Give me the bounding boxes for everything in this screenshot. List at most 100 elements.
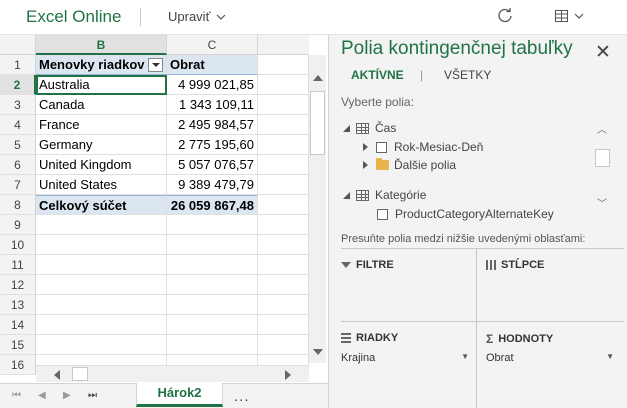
tab-all-fields[interactable]: VŠETKY [444,68,491,82]
expand-right-icon[interactable] [363,161,368,169]
grid-cell[interactable] [167,295,258,315]
scroll-up-icon[interactable] [313,75,323,81]
field-checkbox[interactable] [377,208,388,220]
filters-area[interactable]: FILTRE [341,249,482,321]
field-group-kategorie[interactable]: Kategórie [343,188,426,202]
more-sheets-button[interactable]: ... [234,388,250,405]
row-header[interactable]: 16 [0,355,36,375]
grid-cell[interactable] [36,215,167,235]
scroll-left-icon[interactable] [54,370,60,380]
values-field-obrat[interactable]: Obrat ▼ [486,352,614,364]
scroll-down-icon[interactable]: ﹀ [597,195,607,210]
row-header[interactable]: 2 [0,75,36,95]
row-header[interactable]: 7 [0,175,36,195]
row-header[interactable]: 15 [0,335,36,355]
row-header[interactable]: 4 [0,115,36,135]
grid-cell[interactable] [36,235,167,255]
pivot-row-label[interactable]: United States [36,175,167,195]
grid-cell[interactable] [167,215,258,235]
row-header[interactable]: 3 [0,95,36,115]
grid-cell[interactable] [258,295,309,315]
field-rok-mesiac-den[interactable]: Rok-Mesiac-Deň [363,140,483,154]
expand-right-icon[interactable] [363,143,368,151]
pivot-grand-total-value[interactable]: 26 059 867,48 [167,195,258,215]
row-header[interactable]: 12 [0,275,36,295]
grid-cell[interactable] [258,195,309,215]
column-header-empty[interactable] [258,35,309,55]
pivot-value[interactable]: 9 389 479,79 [167,175,258,195]
dropdown-arrow-icon[interactable]: ▼ [606,352,614,364]
row-header[interactable]: 8 [0,195,36,215]
values-area[interactable]: Σ HODNOTY Obrat ▼ [486,322,627,394]
pivot-value[interactable]: 4 999 021,85 [167,75,258,95]
pivot-value-header[interactable]: Obrat [167,55,258,75]
sheet-tab-harok2[interactable]: Hárok2 [136,383,223,407]
pivot-row-label[interactable]: France [36,115,167,135]
row-header[interactable]: 10 [0,235,36,255]
dropdown-arrow-icon[interactable]: ▼ [461,352,469,364]
row-header[interactable]: 11 [0,255,36,275]
close-icon[interactable]: ✕ [595,43,611,62]
pivot-row-label[interactable]: United Kingdom [36,155,167,175]
horizontal-scrollbar[interactable] [36,365,309,382]
prev-sheet-icon[interactable]: ◀ [38,390,46,402]
field-list-scrollbar[interactable]: ︿ ﹀ [594,117,611,212]
pivot-value[interactable]: 2 495 984,57 [167,115,258,135]
grid-cell[interactable] [258,255,309,275]
last-sheet-icon[interactable]: ⏭ [88,390,97,402]
row-header[interactable]: 1 [0,55,36,75]
expand-down-icon[interactable] [343,191,350,199]
columns-area[interactable]: STĹPCE [486,249,627,321]
scroll-up-icon[interactable]: ︿ [597,121,607,136]
first-sheet-icon[interactable]: ⏮ [12,390,21,402]
pivot-row-label[interactable]: Germany [36,135,167,155]
row-header[interactable]: 5 [0,135,36,155]
pivot-grand-total-label[interactable]: Celkový súčet [36,195,167,215]
row-header[interactable]: 9 [0,215,36,235]
grid-cell[interactable] [258,95,309,115]
select-all-corner[interactable] [0,35,36,55]
scroll-right-icon[interactable] [285,370,291,380]
pivot-value[interactable]: 1 343 109,11 [167,95,258,115]
column-header-b[interactable]: B [36,35,167,55]
grid-cell[interactable] [258,335,309,355]
grid-cell[interactable] [167,235,258,255]
grid-cell[interactable] [36,335,167,355]
field-group-cas[interactable]: Čas [343,121,396,135]
rows-area[interactable]: RIADKY Krajina ▼ [341,322,482,394]
grid-cell[interactable] [258,315,309,335]
field-checkbox[interactable] [376,141,387,153]
column-header-c[interactable]: C [167,35,258,55]
vertical-scroll-thumb[interactable] [310,91,325,155]
field-productcategoryalternatekey[interactable]: ProductCategoryAlternateKey [377,207,554,221]
filter-dropdown-icon[interactable] [148,58,163,72]
grid-cell[interactable] [36,255,167,275]
rows-field-krajina[interactable]: Krajina ▼ [341,352,469,364]
grid-cell[interactable] [167,255,258,275]
grid-cell[interactable] [258,135,309,155]
expand-down-icon[interactable] [343,124,350,132]
grid-cell[interactable] [167,275,258,295]
grid-cell[interactable] [258,235,309,255]
grid-cell[interactable] [258,55,309,75]
grid-cell[interactable] [258,215,309,235]
next-sheet-icon[interactable]: ▶ [63,390,71,402]
pivot-row-label[interactable]: Australia [36,75,167,95]
grid-cell[interactable] [36,275,167,295]
vertical-scrollbar[interactable] [309,55,326,363]
view-options-button[interactable] [555,7,591,25]
grid-cell[interactable] [258,155,309,175]
grid-cell[interactable] [258,275,309,295]
grid-cell[interactable] [36,295,167,315]
grid-cell[interactable] [258,75,309,95]
refresh-button[interactable] [496,6,514,24]
grid-cell[interactable] [258,115,309,135]
scroll-down-icon[interactable] [313,349,323,355]
grid-cell[interactable] [36,315,167,335]
edit-menu[interactable]: Upraviť [168,9,226,24]
pivot-row-labels-header[interactable]: Menovky riadkov [36,55,167,75]
horizontal-scroll-thumb[interactable] [72,367,88,381]
pivot-value[interactable]: 2 775 195,60 [167,135,258,155]
pivot-row-label[interactable]: Canada [36,95,167,115]
row-header[interactable]: 6 [0,155,36,175]
